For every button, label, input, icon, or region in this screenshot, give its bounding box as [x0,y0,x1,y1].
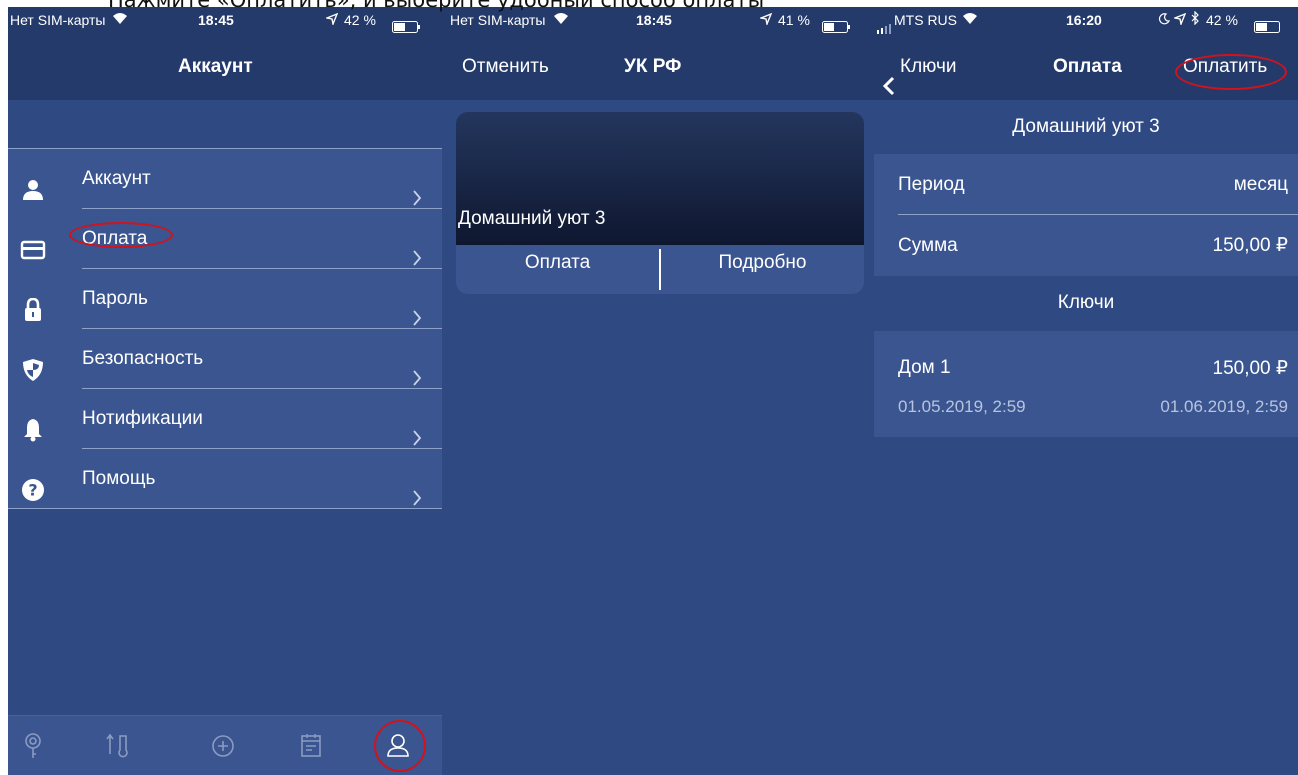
calendar-icon[interactable] [298,732,324,760]
menu-item-help[interactable]: ? Помощь [8,449,442,509]
chevron-right-icon [412,291,422,326]
tab-bar [8,715,442,775]
payment-screen: MTS RUS 16:20 42 % Ключи Оплата Оплатить… [874,7,1298,775]
keys-header: Ключи [874,276,1298,330]
nav-bar: Отменить УК РФ [442,34,874,100]
divider [8,508,442,509]
card-icon [20,227,46,260]
menu-item-label: Оплата [82,228,148,249]
menu-item-account[interactable]: Аккаунт [8,149,442,209]
pay-now-button[interactable]: Оплатить [1183,34,1267,100]
chevron-right-icon [412,411,422,446]
lock-icon [20,287,46,321]
period-value: месяц [1233,174,1288,195]
help-icon: ? [20,467,46,501]
sum-value: 150,00 ₽ [1212,235,1288,256]
menu-item-label: Аккаунт [82,168,151,189]
sum-row: Сумма 150,00 ₽ [874,215,1298,276]
menu-item-security[interactable]: Безопасность [8,329,442,389]
pay-button[interactable]: Оплата [456,245,659,294]
instruction-caption: Нажмите «Оплатить», и выберите удобный с… [108,0,765,12]
menu-item-payment[interactable]: Оплата [8,209,442,269]
period-label: Период [898,174,965,195]
person-icon [20,167,46,200]
menu-item-password[interactable]: Пароль [8,269,442,329]
service-card: Домашний уют 3 Оплата Подробно [456,112,864,294]
back-button[interactable]: Ключи [900,34,957,100]
menu-item-label: Помощь [82,468,156,489]
thermometer-icon[interactable] [105,732,131,760]
chevron-right-icon [412,471,422,506]
chevron-right-icon [412,171,422,206]
company-screen: Нет SIM-карты 18:45 41 % Отменить УК РФ … [442,7,874,775]
menu-item-notifications[interactable]: Нотификации [8,389,442,449]
profile-icon[interactable] [385,732,411,760]
menu-item-label: Безопасность [82,348,204,369]
page-title: УК РФ [624,56,682,77]
chevron-right-icon [412,351,422,386]
payment-details: Период месяц Сумма 150,00 ₽ [874,154,1298,276]
menu-item-label: Пароль [82,288,148,309]
key-icon[interactable] [20,732,46,760]
page-title: Оплата [1053,56,1122,77]
bell-icon [20,407,46,442]
cancel-button[interactable]: Отменить [462,34,549,100]
nav-bar: Аккаунт [8,34,442,100]
key-start-date: 01.05.2019, 2:59 [898,397,1026,416]
add-icon[interactable] [210,732,236,760]
list-item[interactable]: Дом 1 150,00 ₽ 01.05.2019, 2:59 01.06.20… [874,331,1298,437]
card-title: Домашний уют 3 [458,208,606,229]
account-screen: Нет SIM-карты 18:45 42 % Аккаунт Аккаунт [8,7,442,775]
chevron-right-icon [412,231,422,266]
period-row[interactable]: Период месяц [874,154,1298,215]
key-name: Дом 1 [898,357,951,378]
service-header: Домашний уют 3 [874,100,1298,154]
card-actions: Оплата Подробно [456,245,864,294]
nav-bar: Ключи Оплата Оплатить [874,34,1298,100]
details-button[interactable]: Подробно [661,245,864,294]
page-title: Аккаунт [178,56,253,77]
sum-label: Сумма [898,235,958,256]
menu-item-label: Нотификации [82,408,203,429]
key-price: 150,00 ₽ [1212,358,1288,379]
settings-menu: Аккаунт Оплата Пароль Безопасность Нотиф… [8,148,442,509]
shield-icon [20,347,46,381]
keys-list: Дом 1 150,00 ₽ 01.05.2019, 2:59 01.06.20… [874,331,1298,437]
key-end-date: 01.06.2019, 2:59 [1160,397,1288,416]
svg-text:?: ? [28,481,37,500]
